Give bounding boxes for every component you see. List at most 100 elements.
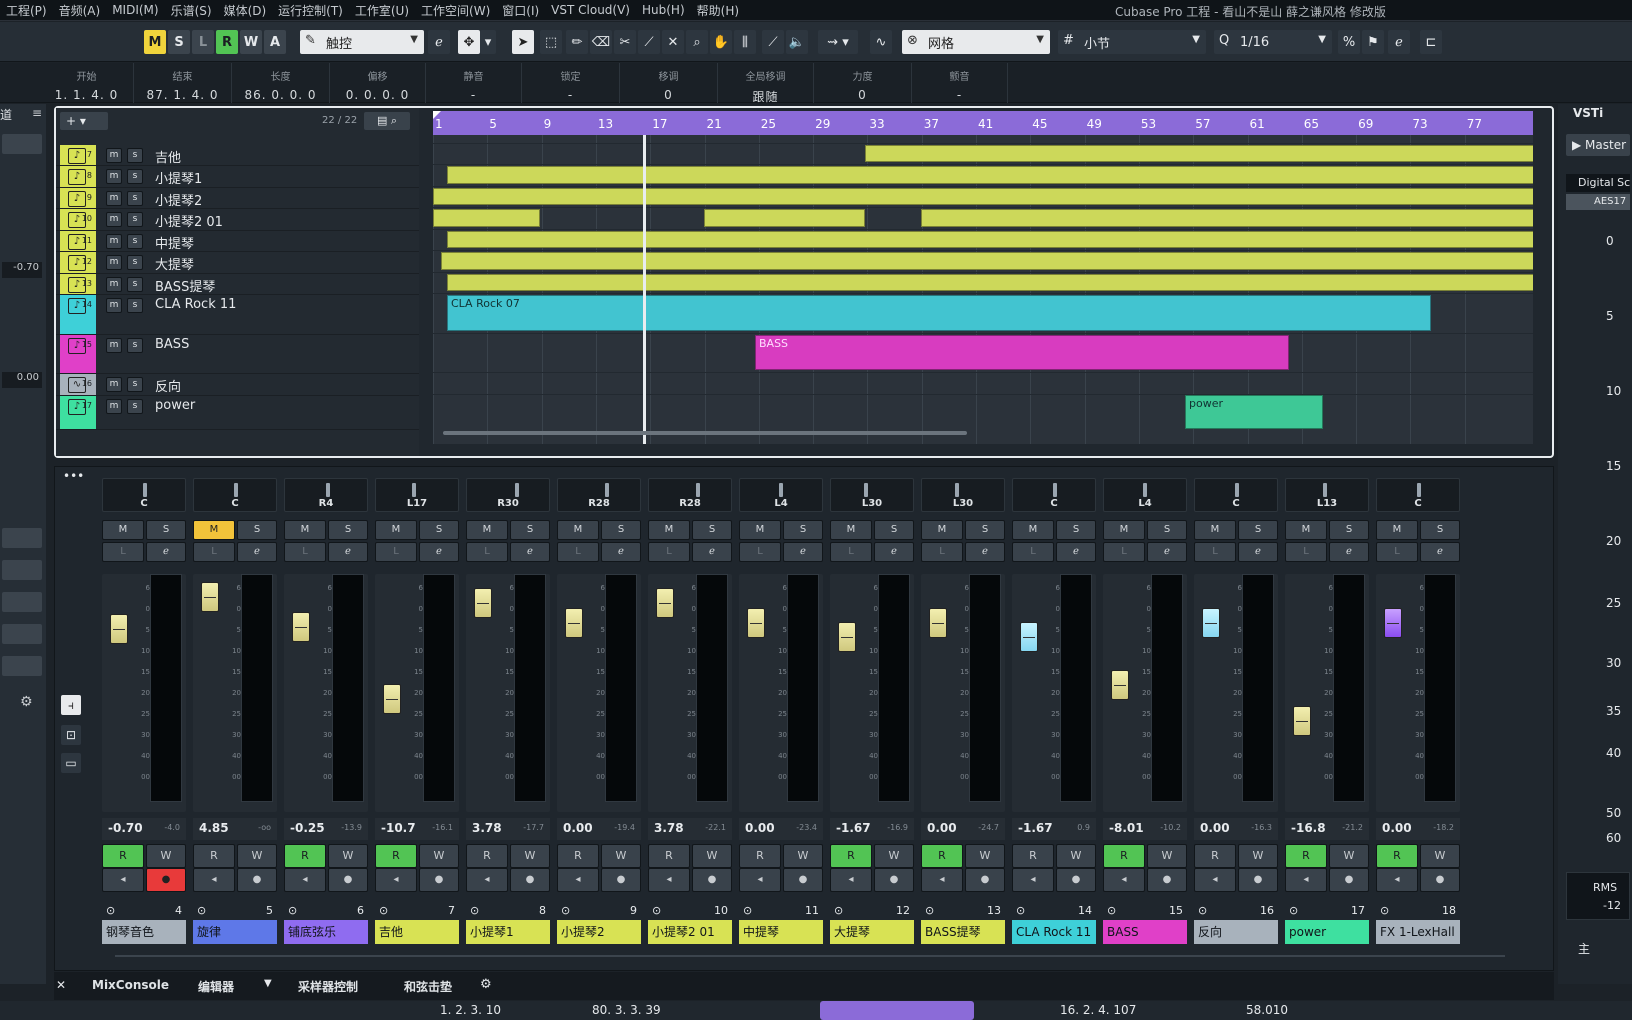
info-value[interactable]: 0 — [814, 88, 911, 102]
edit-channel-button[interactable]: ℯ — [601, 542, 641, 562]
link-icon[interactable]: ⊙ — [652, 904, 661, 917]
tool-dropdown-arrow[interactable]: ▾ — [480, 30, 496, 54]
volume-value[interactable]: -16.8 — [1291, 821, 1326, 835]
gear-icon[interactable]: ⚙ — [480, 977, 492, 992]
volume-readout[interactable]: 0.00 -24.7 — [921, 818, 1005, 840]
midi-part-cla[interactable]: CLA Rock 07 — [447, 295, 1431, 331]
write-automation-button[interactable]: W — [419, 844, 459, 868]
menu-item-9[interactable]: VST Cloud(V) — [545, 3, 636, 17]
main-tab[interactable]: 主 — [1578, 940, 1590, 957]
track-row[interactable]: ♪ 10 m s 小提琴2 01 — [56, 209, 419, 231]
record-button[interactable]: ● — [874, 868, 914, 892]
solo-button[interactable]: S — [1238, 520, 1278, 540]
read-automation-button[interactable]: R — [648, 844, 690, 868]
pan-control[interactable]: L30 — [921, 478, 1005, 512]
track-row[interactable]: ♪ 7 m s 吉他 — [56, 145, 419, 166]
link-icon[interactable]: ⊙ — [197, 904, 206, 917]
quantize-flag-button[interactable]: ⚑ — [1362, 30, 1384, 54]
monitor-button[interactable]: ◂ — [102, 868, 144, 892]
record-button[interactable]: ● — [146, 868, 186, 892]
midi-part[interactable] — [447, 166, 1533, 184]
write-automation-button[interactable]: W — [237, 844, 277, 868]
track-name[interactable]: BASS — [155, 337, 189, 352]
listen-button[interactable]: L — [921, 542, 963, 562]
volume-readout[interactable]: -8.01 -10.2 — [1103, 818, 1187, 840]
midi-part-power[interactable]: power — [1185, 395, 1323, 429]
mute-button[interactable]: M — [102, 520, 144, 540]
timeline-ruler[interactable]: 1 5 9 13 17 21 25 29 33 37 41 45 49 53 57 61 65 69 73 77 — [433, 111, 1533, 135]
record-button[interactable]: ● — [783, 868, 823, 892]
listen-button[interactable]: L — [1194, 542, 1236, 562]
read-automation-button[interactable]: R — [102, 844, 144, 868]
volume-value[interactable]: 0.00 — [745, 821, 775, 835]
write-automation-button[interactable]: W — [1056, 844, 1096, 868]
channel-name[interactable]: 反向 — [1194, 920, 1278, 944]
automation-mode-dropdown[interactable]: ✎ 触控 ▼ — [300, 30, 424, 54]
track-solo-button[interactable]: s — [127, 255, 143, 270]
listen-button[interactable]: L — [1103, 542, 1145, 562]
glue-tool[interactable]: ⟋ — [638, 30, 660, 54]
pan-control[interactable]: C — [1012, 478, 1096, 512]
solo-button[interactable]: S — [965, 520, 1005, 540]
midi-part[interactable] — [433, 209, 540, 227]
track-mute-button[interactable]: m — [106, 191, 122, 206]
tab-editor[interactable]: 编辑器 — [198, 978, 234, 995]
volume-readout[interactable]: -1.67 -16.9 — [830, 818, 914, 840]
midi-part[interactable] — [447, 274, 1533, 291]
inspector-pan[interactable]: 0.00 — [2, 372, 42, 388]
pan-knob[interactable] — [863, 483, 868, 497]
track-name[interactable]: power — [155, 398, 195, 413]
link-icon[interactable]: ⊙ — [925, 904, 934, 917]
read-automation-button[interactable]: R — [1103, 844, 1145, 868]
monitor-button[interactable]: ◂ — [1285, 868, 1327, 892]
info-value[interactable]: - — [426, 88, 521, 102]
volume-readout[interactable]: -10.7 -16.1 — [375, 818, 459, 840]
menu-item-1[interactable]: 音频(A) — [53, 2, 107, 19]
quantize-e-button[interactable]: ℯ — [1388, 30, 1410, 54]
track-solo-button[interactable]: s — [127, 298, 143, 313]
info-value[interactable]: - — [522, 88, 619, 102]
volume-readout[interactable]: -0.70 -4.0 — [102, 818, 186, 840]
pan-knob[interactable] — [1143, 483, 1147, 497]
channel-name[interactable]: 小提琴2 — [557, 920, 641, 944]
mute-button[interactable]: M — [739, 520, 781, 540]
track-solo-button[interactable]: s — [127, 377, 143, 392]
volume-fader[interactable] — [1384, 608, 1402, 638]
solo-button[interactable]: S — [1420, 520, 1460, 540]
menu-icon[interactable]: ≡ — [32, 106, 42, 120]
volume-fader[interactable] — [474, 588, 492, 618]
menu-item-7[interactable]: 工作空间(W) — [415, 2, 496, 19]
monitor-button[interactable]: ◂ — [921, 868, 963, 892]
track-mute-button[interactable]: m — [106, 234, 122, 249]
track-row[interactable]: ♪ 9 m s 小提琴2 — [56, 188, 419, 209]
solo-button[interactable]: S — [601, 520, 641, 540]
info-cell-6[interactable]: 移调 0 — [620, 63, 718, 103]
track-row[interactable]: ∿ 16 m s 反向 — [56, 374, 419, 396]
volume-value[interactable]: 3.78 — [472, 821, 502, 835]
position-display[interactable]: 16. 2. 4. 107 — [1060, 1003, 1136, 1017]
monitor-button[interactable]: ◂ — [375, 868, 417, 892]
listen-button[interactable]: L — [375, 542, 417, 562]
link-icon[interactable]: ⊙ — [106, 904, 115, 917]
midi-part[interactable] — [447, 231, 1533, 248]
mixer-more-icon[interactable]: ••• — [63, 469, 84, 483]
volume-readout[interactable]: 0.00 -16.3 — [1194, 818, 1278, 840]
info-value[interactable]: 跟随 — [718, 88, 813, 105]
write-automation-button[interactable]: W — [692, 844, 732, 868]
tab-sampler-control[interactable]: 采样器控制 — [298, 978, 358, 995]
read-automation-button[interactable]: R — [921, 844, 963, 868]
menu-item-0[interactable]: 工程(P) — [0, 2, 53, 19]
mute-button[interactable]: M — [830, 520, 872, 540]
solo-button[interactable]: S — [510, 520, 550, 540]
midi-part[interactable] — [433, 188, 1533, 205]
inspector-button-b[interactable] — [2, 560, 42, 580]
mode-button-m[interactable]: M — [144, 30, 166, 54]
info-value[interactable]: - — [912, 88, 1007, 102]
record-button[interactable]: ● — [1329, 868, 1369, 892]
track-mute-button[interactable]: m — [106, 377, 122, 392]
channel-name[interactable]: BASS提琴 — [921, 920, 1005, 944]
e-button[interactable]: ℯ — [428, 30, 450, 54]
mute-button[interactable]: M — [557, 520, 599, 540]
volume-value[interactable]: -1.67 — [836, 821, 871, 835]
pencil-tool[interactable]: ✏ — [566, 30, 588, 54]
